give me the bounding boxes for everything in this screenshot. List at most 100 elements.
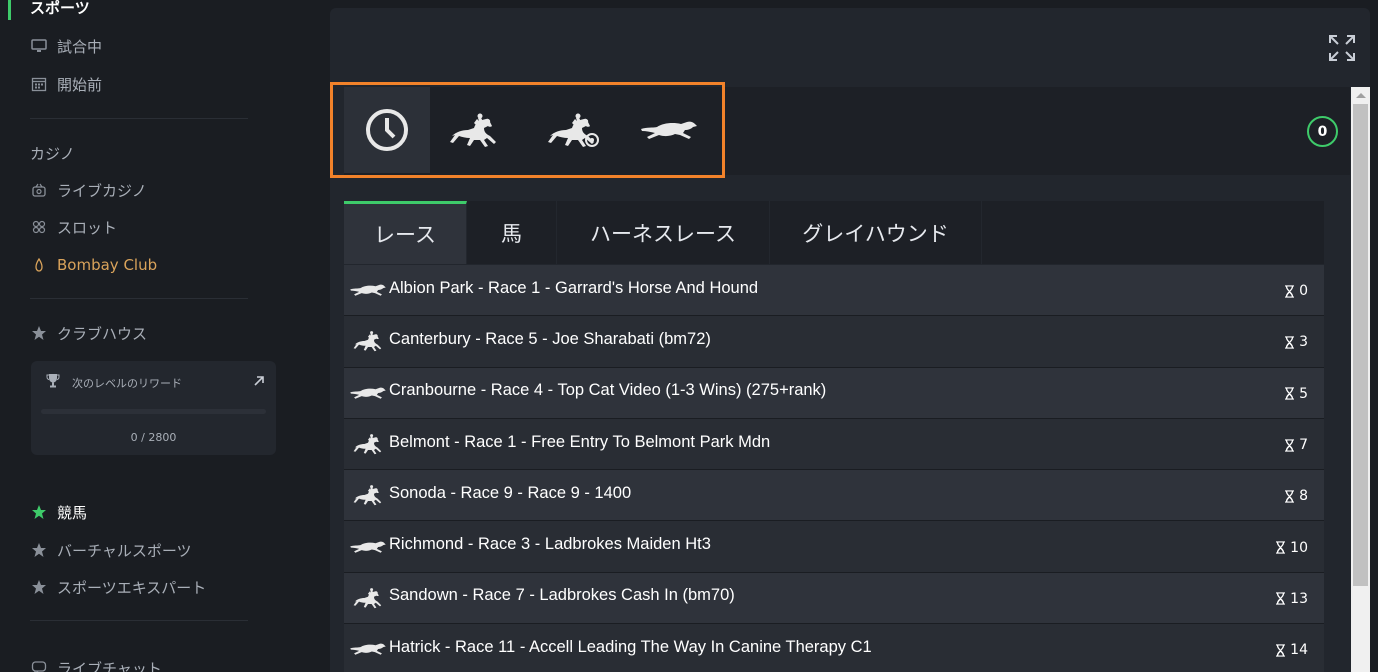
sidebar-item-label: バーチャルスポーツ xyxy=(57,541,192,560)
sidebar-title-sports[interactable]: スポーツ xyxy=(30,0,90,18)
race-name: Albion Park - Race 1 - Garrard's Horse A… xyxy=(389,278,759,297)
live-casino-icon xyxy=(30,182,47,199)
hourglass-icon xyxy=(1285,387,1294,400)
horse-racing-icon xyxy=(346,429,390,459)
sidebar-item-live[interactable]: 試合中 xyxy=(30,34,102,58)
race-countdown-value: 7 xyxy=(1299,437,1308,454)
sidebar-item-label: 開始前 xyxy=(57,75,103,94)
greyhound-icon xyxy=(346,378,390,408)
bombay-club-icon xyxy=(30,257,47,274)
active-indicator xyxy=(8,0,11,20)
arrow-up-right-icon[interactable] xyxy=(252,374,266,388)
tab-harness[interactable]: ハーネスレース xyxy=(557,201,770,264)
race-countdown-value: 14 xyxy=(1290,642,1308,659)
sidebar-item-upcoming[interactable]: 開始前 xyxy=(30,72,102,96)
race-row[interactable]: Sonoda - Race 9 - Race 9 - 1400 8 xyxy=(344,470,1324,522)
race-name: Canterbury - Race 5 - Joe Sharabati (bm7… xyxy=(389,329,711,348)
scroll-up-arrow-icon[interactable] xyxy=(1356,93,1366,98)
race-name: Richmond - Race 3 - Ladbrokes Maiden Ht3 xyxy=(389,535,711,554)
sidebar-item-slots[interactable]: スロット xyxy=(30,215,117,239)
hourglass-icon xyxy=(1285,285,1294,298)
sidebar-item-label: ライブカジノ xyxy=(57,181,147,200)
race-countdown: 3 xyxy=(1285,334,1308,350)
sidebar-item-bombay-club[interactable]: Bombay Club xyxy=(30,253,157,277)
greyhound-icon xyxy=(346,634,390,664)
race-countdown: 14 xyxy=(1276,642,1308,658)
divider xyxy=(30,620,248,621)
sidebar-item-label: Bombay Club xyxy=(57,256,158,274)
race-row[interactable]: Canterbury - Race 5 - Joe Sharabati (bm7… xyxy=(344,316,1324,368)
horse-racing-icon xyxy=(346,480,390,510)
race-row[interactable]: Richmond - Race 3 - Ladbrokes Maiden Ht3… xyxy=(344,521,1324,573)
slots-icon xyxy=(30,219,47,236)
race-countdown: 10 xyxy=(1276,540,1308,556)
race-countdown: 13 xyxy=(1276,591,1308,607)
hourglass-icon xyxy=(1285,490,1294,503)
sidebar-item-live-chat[interactable]: ライブチャット xyxy=(30,656,162,672)
star-icon xyxy=(30,542,47,559)
star-icon xyxy=(30,579,47,596)
sidebar-item-label: 試合中 xyxy=(57,37,103,56)
race-row[interactable]: Cranbourne - Race 4 - Top Cat Video (1-3… xyxy=(344,367,1324,419)
tab-races[interactable]: レース xyxy=(344,201,467,264)
calendar-icon xyxy=(30,76,47,93)
tab-horse[interactable]: 馬 xyxy=(467,201,557,264)
horse-racing-icon xyxy=(346,583,390,613)
hourglass-icon xyxy=(1276,592,1285,605)
filter-highlight-box xyxy=(330,82,725,178)
sidebar-item-clubhouse[interactable]: クラブハウス xyxy=(30,321,147,345)
sidebar: スポーツ 試合中 開始前 カジノ ライブカジノ スロット Bombay Club xyxy=(0,0,318,672)
expand-icon[interactable] xyxy=(1328,34,1356,62)
greyhound-icon xyxy=(346,532,390,562)
greyhound-icon xyxy=(346,275,390,305)
race-countdown-value: 3 xyxy=(1299,334,1308,351)
race-name: Hatrick - Race 11 - Accell Leading The W… xyxy=(389,637,872,656)
hourglass-icon xyxy=(1276,644,1285,657)
race-countdown-value: 8 xyxy=(1299,488,1308,505)
sidebar-item-sports-expert[interactable]: スポーツエキスパート xyxy=(30,575,206,599)
star-icon xyxy=(30,325,47,342)
sidebar-section-casino[interactable]: カジノ xyxy=(30,143,75,164)
main-panel: 0 レース 馬 ハーネスレース グレイハウンド Albion Park - Ra… xyxy=(330,8,1370,672)
tab-greyhound[interactable]: グレイハウンド xyxy=(770,201,982,264)
hourglass-icon xyxy=(1285,439,1294,452)
sidebar-item-live-casino[interactable]: ライブカジノ xyxy=(30,178,147,202)
reward-label: 次のレベルのリワード xyxy=(72,377,182,390)
scrollbar-thumb[interactable] xyxy=(1353,104,1368,586)
trophy-icon xyxy=(46,374,60,388)
race-countdown-value: 0 xyxy=(1299,283,1308,300)
race-row[interactable]: Belmont - Race 1 - Free Entry To Belmont… xyxy=(344,418,1324,471)
reward-card[interactable]: 次のレベルのリワード 0 / 2800 xyxy=(31,361,276,455)
race-row[interactable]: Albion Park - Race 1 - Garrard's Horse A… xyxy=(344,265,1324,317)
race-row[interactable]: Hatrick - Race 11 - Accell Leading The W… xyxy=(344,624,1324,672)
reward-progress-bar xyxy=(41,409,266,414)
race-row[interactable]: Sandown - Race 7 - Ladbrokes Cash In (bm… xyxy=(344,572,1324,625)
star-icon xyxy=(30,504,47,521)
race-countdown: 0 xyxy=(1285,283,1308,299)
reward-progress-value: 0 / 2800 xyxy=(130,431,177,444)
race-countdown-value: 10 xyxy=(1290,539,1308,556)
sidebar-item-label: 競馬 xyxy=(57,503,88,522)
race-list: Albion Park - Race 1 - Garrard's Horse A… xyxy=(344,265,1324,672)
race-countdown: 8 xyxy=(1285,488,1308,504)
chat-icon xyxy=(30,660,47,672)
sidebar-item-label: クラブハウス xyxy=(57,324,148,343)
race-name: Belmont - Race 1 - Free Entry To Belmont… xyxy=(389,432,771,451)
race-countdown: 7 xyxy=(1285,437,1308,453)
sidebar-item-label: スロット xyxy=(57,218,118,237)
race-countdown-value: 5 xyxy=(1299,385,1308,402)
race-countdown-value: 13 xyxy=(1290,590,1308,607)
sidebar-item-racing[interactable]: 競馬 xyxy=(30,500,87,524)
race-name: Cranbourne - Race 4 - Top Cat Video (1-3… xyxy=(389,381,827,400)
sidebar-item-label: ライブチャット xyxy=(57,659,162,672)
sidebar-item-virtual-sports[interactable]: バーチャルスポーツ xyxy=(30,538,192,562)
divider xyxy=(30,118,248,119)
scrollbar[interactable] xyxy=(1351,87,1370,672)
horse-racing-icon xyxy=(346,326,390,356)
monitor-icon xyxy=(30,38,47,55)
race-name: Sandown - Race 7 - Ladbrokes Cash In (bm… xyxy=(389,586,735,605)
hourglass-icon xyxy=(1285,336,1294,349)
divider xyxy=(30,298,248,299)
sidebar-item-label: スポーツエキスパート xyxy=(57,578,207,597)
race-name: Sonoda - Race 9 - Race 9 - 1400 xyxy=(389,483,632,502)
